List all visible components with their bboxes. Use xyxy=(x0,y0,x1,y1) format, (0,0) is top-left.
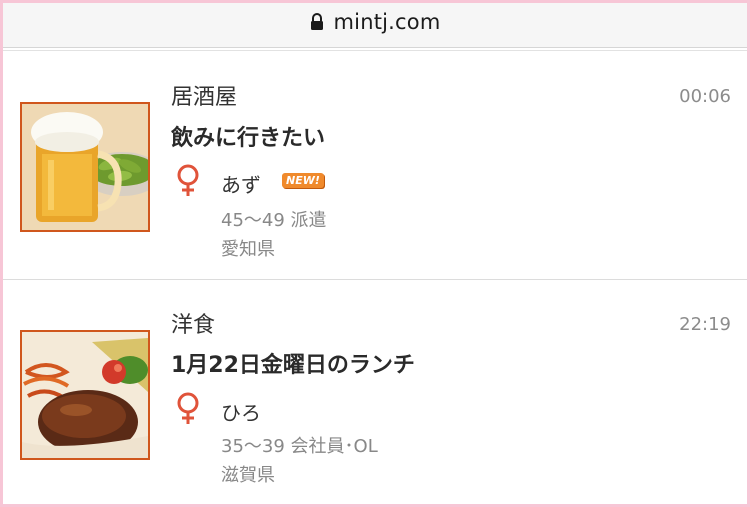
age-job: 35〜39 会社員･OL xyxy=(221,436,378,457)
post-card[interactable]: 居酒屋 00:06 飲みに行きたい あず NEW! 45〜49 派遣 愛知県 xyxy=(3,51,747,279)
location: 滋賀県 xyxy=(221,465,275,486)
new-badge: NEW! xyxy=(282,173,324,188)
phone-frame: mintj.com 居酒屋 00:06 飲みに行きたい あず NEW! 45〜4… xyxy=(3,3,747,504)
post-title[interactable]: 飲みに行きたい xyxy=(171,120,325,152)
age-job: 45〜49 派遣 xyxy=(221,210,327,231)
post-category: 居酒屋 xyxy=(171,85,238,110)
beer-edamame-image xyxy=(20,102,150,232)
url-display[interactable]: mintj.com xyxy=(3,10,747,36)
poster-name: あず xyxy=(221,173,261,197)
female-icon xyxy=(175,164,201,202)
url-text: mintj.com xyxy=(333,10,441,34)
post-category: 洋食 xyxy=(171,313,216,338)
address-bar[interactable]: mintj.com xyxy=(3,3,747,48)
post-title[interactable]: 1月22日金曜日のランチ xyxy=(171,347,415,379)
lock-icon xyxy=(310,12,324,36)
poster-name: ひろ xyxy=(221,401,261,425)
post-time: 22:19 xyxy=(679,314,731,335)
post-time: 00:06 xyxy=(679,86,731,107)
hamburg-steak-image xyxy=(20,330,150,460)
location: 愛知県 xyxy=(221,239,275,260)
post-card[interactable]: 洋食 22:19 1月22日金曜日のランチ ひろ 35〜39 会社員･OL 滋賀… xyxy=(3,280,747,504)
female-icon xyxy=(175,392,201,430)
